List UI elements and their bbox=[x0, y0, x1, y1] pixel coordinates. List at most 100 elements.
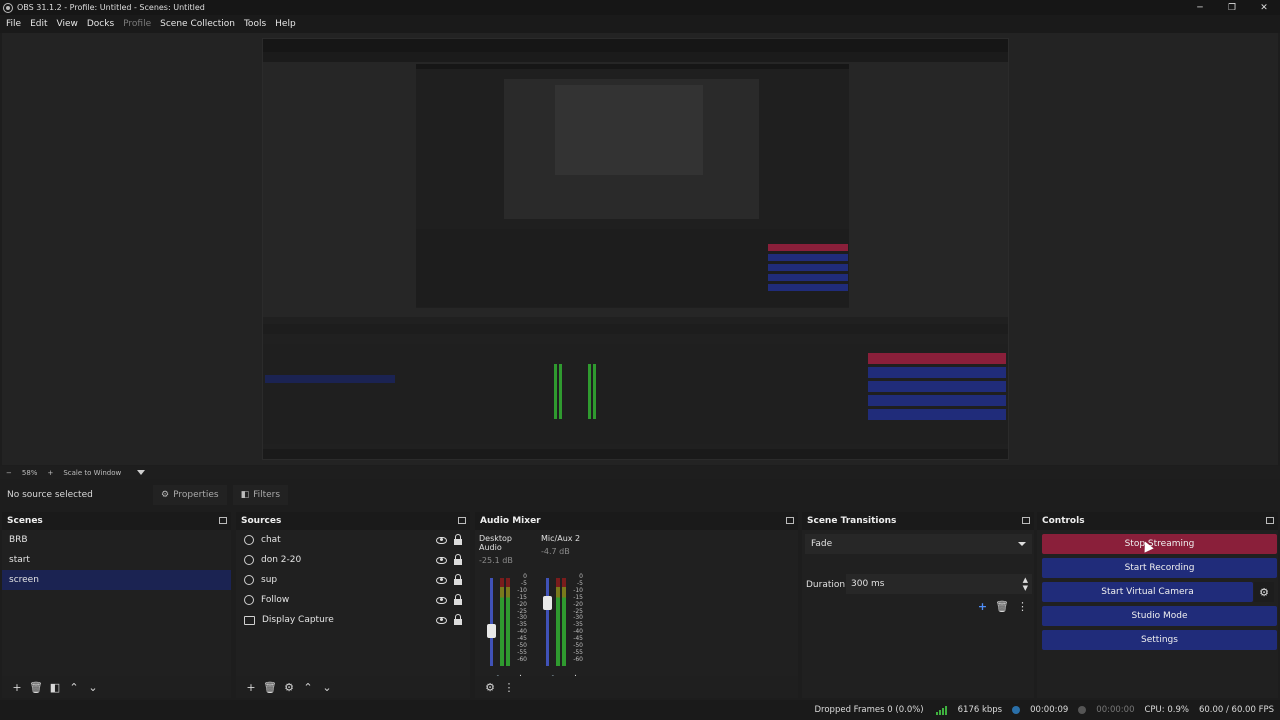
add-transition-button[interactable]: + bbox=[978, 600, 987, 613]
transition-actions: + 🗑 ⋮ bbox=[970, 600, 1028, 613]
duration-input[interactable]: 300 ms ▲ ▼ bbox=[846, 574, 1032, 594]
trash-icon[interactable]: 🗑 bbox=[27, 678, 45, 696]
visibility-eye-icon[interactable] bbox=[436, 616, 447, 624]
display-icon bbox=[244, 615, 255, 625]
menu-docks[interactable]: Docks bbox=[87, 19, 114, 29]
undock-icon[interactable] bbox=[1022, 517, 1030, 524]
scene-transitions-header: Scene Transitions bbox=[802, 512, 1034, 530]
source-actions bbox=[436, 570, 462, 590]
scenes-title: Scenes bbox=[7, 516, 43, 526]
scale-mode: Scale to Window bbox=[63, 468, 122, 477]
gear-icon[interactable]: ⚙ bbox=[280, 678, 298, 696]
lock-icon[interactable] bbox=[454, 533, 462, 545]
source-item[interactable]: Follow bbox=[236, 590, 470, 610]
stream-time: 00:00:09 bbox=[1030, 705, 1069, 715]
streaming-indicator-icon bbox=[1012, 706, 1021, 714]
volume-fader-handle[interactable] bbox=[543, 596, 552, 610]
zoom-in-button[interactable]: + bbox=[47, 469, 53, 477]
undock-icon[interactable] bbox=[458, 517, 466, 524]
more-options-icon[interactable]: ⋮ bbox=[500, 678, 518, 696]
volume-fader[interactable] bbox=[490, 578, 493, 666]
source-item[interactable]: don 2-20 bbox=[236, 550, 470, 570]
scene-item-screen[interactable]: screen bbox=[2, 570, 231, 590]
menu-view[interactable]: View bbox=[57, 19, 78, 29]
visibility-eye-icon[interactable] bbox=[436, 596, 447, 604]
audio-channel-mic: Mic/Aux 2 -4.7 dB 0 -5 -10 -15 -20 -25 -30 -35-… bbox=[541, 530, 597, 685]
visibility-eye-icon[interactable] bbox=[436, 536, 447, 544]
start-virtual-camera-button[interactable]: Start Virtual Camera bbox=[1042, 582, 1253, 602]
filters-button[interactable]: ◧ Filters bbox=[232, 485, 289, 505]
menu-tools[interactable]: Tools bbox=[244, 19, 266, 29]
browser-icon bbox=[244, 575, 254, 585]
lock-icon[interactable] bbox=[454, 573, 462, 585]
close-button[interactable]: ✕ bbox=[1248, 0, 1280, 15]
studio-mode-button[interactable]: Studio Mode bbox=[1042, 606, 1277, 626]
trash-icon[interactable]: 🗑 bbox=[995, 600, 1009, 613]
virtual-camera-settings-gear-icon[interactable]: ⚙ bbox=[1254, 582, 1274, 602]
window-title: OBS 31.1.2 - Profile: Untitled - Scenes:… bbox=[17, 3, 205, 12]
scene-filters-icon[interactable]: ◧ bbox=[46, 678, 64, 696]
properties-button[interactable]: ⚙ Properties bbox=[153, 485, 227, 505]
move-down-icon[interactable]: ⌄ bbox=[84, 678, 102, 696]
source-actions bbox=[436, 550, 462, 570]
lock-icon[interactable] bbox=[454, 553, 462, 565]
minimize-button[interactable]: ─ bbox=[1184, 0, 1216, 15]
menu-help[interactable]: Help bbox=[275, 19, 296, 29]
duration-label: Duration bbox=[806, 580, 846, 590]
transition-select[interactable]: Fade bbox=[805, 534, 1032, 554]
menu-edit[interactable]: Edit bbox=[30, 19, 47, 29]
move-up-icon[interactable]: ⌃ bbox=[299, 678, 317, 696]
source-name: Follow bbox=[261, 595, 290, 605]
title-bar: OBS 31.1.2 - Profile: Untitled - Scenes:… bbox=[0, 0, 1280, 15]
fps: 60.00 / 60.00 FPS bbox=[1198, 705, 1274, 715]
menu-file[interactable]: File bbox=[6, 19, 21, 29]
visibility-eye-icon[interactable] bbox=[436, 556, 447, 564]
menu-scene-collection[interactable]: Scene Collection bbox=[160, 19, 235, 29]
settings-button[interactable]: Settings bbox=[1042, 630, 1277, 650]
volume-fader-handle[interactable] bbox=[487, 624, 496, 638]
source-context-bar: No source selected ⚙ Properties ◧ Filter… bbox=[0, 483, 1280, 507]
lock-icon[interactable] bbox=[454, 613, 462, 625]
source-actions bbox=[436, 610, 462, 630]
source-item[interactable]: chat bbox=[236, 530, 470, 550]
duration-spinner-icon[interactable]: ▲ ▼ bbox=[1023, 576, 1028, 592]
source-name: don 2-20 bbox=[261, 555, 302, 565]
audio-mixer-title: Audio Mixer bbox=[480, 516, 541, 526]
zoom-out-button[interactable]: − bbox=[6, 469, 12, 477]
source-item[interactable]: sup bbox=[236, 570, 470, 590]
start-recording-button[interactable]: Start Recording bbox=[1042, 558, 1277, 578]
recursive-screen-capture bbox=[263, 39, 1008, 459]
move-down-icon[interactable]: ⌄ bbox=[318, 678, 336, 696]
sources-list: chat don 2-20 sup Follow Display Capture… bbox=[236, 530, 470, 698]
visibility-eye-icon[interactable] bbox=[436, 576, 447, 584]
undock-icon[interactable] bbox=[219, 517, 227, 524]
add-source-button[interactable]: + bbox=[242, 678, 260, 696]
scene-item-brb[interactable]: BRB bbox=[2, 530, 231, 550]
sources-dock: Sources chat don 2-20 sup Follow Display… bbox=[236, 512, 470, 698]
db-scale: 0 -5 -10 -15 -20 -25 -30 -35 -40 -45 -50 -55 -60 bbox=[517, 573, 527, 663]
filter-icon: ◧ bbox=[240, 490, 250, 500]
add-scene-button[interactable]: + bbox=[8, 678, 26, 696]
scene-item-start[interactable]: start bbox=[2, 550, 231, 570]
controls-body: Stop Streaming Start Recording Start Vir… bbox=[1037, 530, 1278, 698]
source-item[interactable]: Display Capture bbox=[236, 610, 470, 630]
captured-display-preview bbox=[262, 38, 1009, 460]
scenes-header: Scenes bbox=[2, 512, 231, 530]
volume-fader[interactable] bbox=[546, 578, 549, 666]
advanced-audio-icon[interactable]: ⚙ bbox=[481, 678, 499, 696]
scale-mode-dropdown-icon[interactable] bbox=[137, 470, 146, 475]
lock-icon[interactable] bbox=[454, 593, 462, 605]
scene-transitions-dock: Scene Transitions Fade Duration 300 ms ▲… bbox=[802, 512, 1034, 698]
preview-zoom-bar: − 58% + Scale to Window bbox=[0, 466, 1280, 479]
trash-icon[interactable]: 🗑 bbox=[261, 678, 279, 696]
more-options-icon[interactable]: ⋮ bbox=[1017, 600, 1028, 613]
menu-profile[interactable]: Profile bbox=[123, 19, 151, 29]
move-up-icon[interactable]: ⌃ bbox=[65, 678, 83, 696]
source-name: Display Capture bbox=[262, 615, 334, 625]
undock-icon[interactable] bbox=[1266, 517, 1274, 524]
undock-icon[interactable] bbox=[786, 517, 794, 524]
stop-streaming-button[interactable]: Stop Streaming bbox=[1042, 534, 1277, 554]
maximize-button[interactable]: ❐ bbox=[1216, 0, 1248, 15]
preview-canvas[interactable] bbox=[2, 33, 1278, 465]
controls-title: Controls bbox=[1042, 516, 1085, 526]
